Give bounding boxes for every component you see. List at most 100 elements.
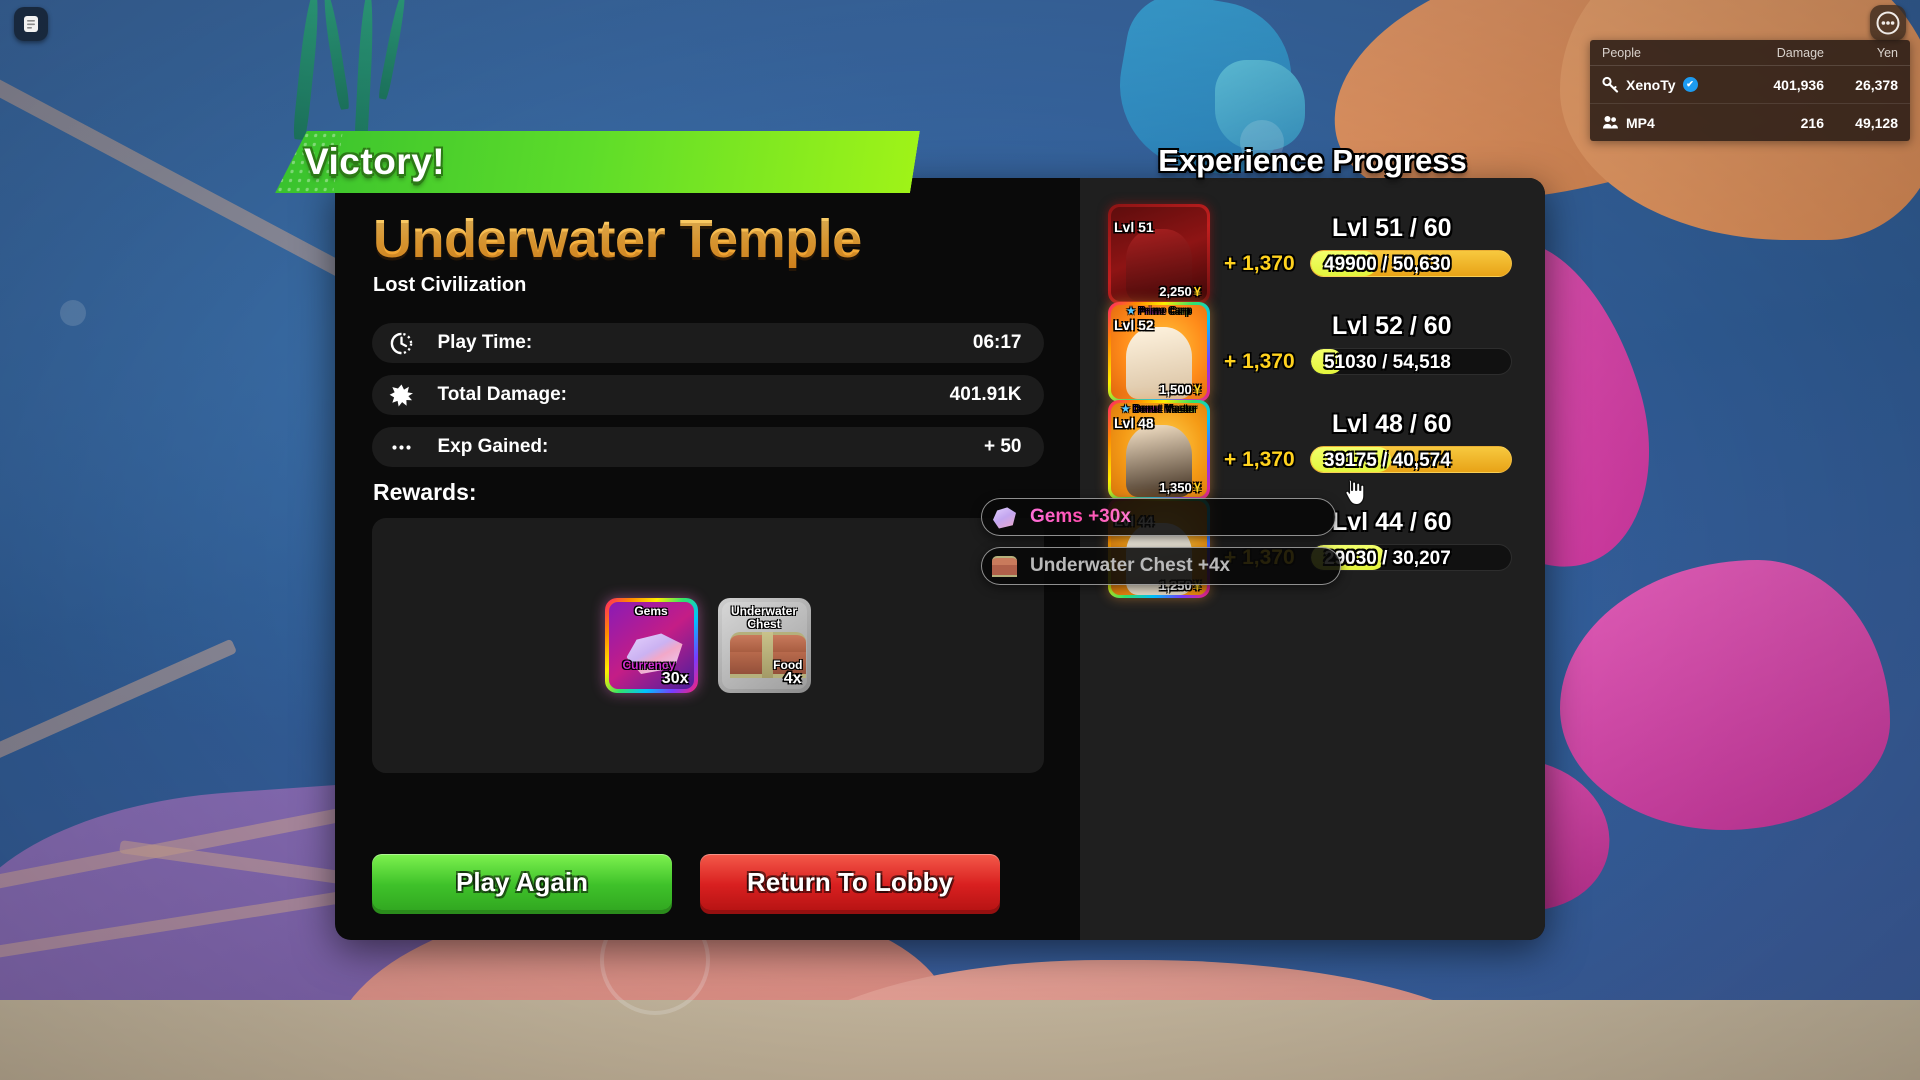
verified-badge-icon: ✔ [1682,77,1698,92]
document-list-icon[interactable] [14,7,48,41]
victory-banner-label: Victory! [304,141,446,182]
leaderboard-player-name: MP4 [1626,114,1655,131]
yen-icon: ¥ [1193,284,1201,299]
burst-icon [388,381,416,409]
dots-icon [388,433,416,461]
experience-row-details: Lvl 52 / 60 + 1,370 51030 / 54,518 [1224,298,1518,406]
yen-icon: ¥ [1193,382,1201,397]
character-card-art: ★ Donut Master Lvl 48 1,350 ¥ [1111,403,1207,497]
stats-list: Play Time: 06:17 Total Damage: 401.91K E… [335,323,1080,467]
toast-text: Gems +30x [1030,506,1131,527]
experience-level-text: Lvl 48 / 60 [1332,410,1452,438]
key-icon [1602,76,1619,93]
clock-glyph [390,332,413,354]
experience-xp-text: 49900 / 50,630 [1324,254,1451,275]
character-name: Prime Carp [1138,306,1192,317]
leaderboard-yen-value: 49,128 [1855,114,1898,131]
return-to-lobby-button[interactable]: Return To Lobby [700,854,1000,910]
experience-xp-text: 29030 / 30,207 [1324,548,1451,569]
reward-count: 4x [783,670,802,687]
clock-icon [388,329,416,357]
character-card-art: ★ Prime Carp Lvl 52 1,500 ¥ [1111,305,1207,399]
toast-notification-chest: Underwater Chest +4x [981,547,1341,585]
stat-row-exp-gained: Exp Gained: + 50 [371,427,1044,467]
gem-icon [991,504,1018,531]
chest-band [761,632,773,678]
results-panel: Victory! Underwater Temple Lost Civiliza… [335,178,1545,940]
play-again-button[interactable]: Play Again [372,854,672,910]
stat-row-play-time: Play Time: 06:17 [371,323,1044,363]
chest-icon [991,553,1018,580]
leaderboard-player-cell: XenoTy ✔ [1602,76,1738,93]
character-card[interactable]: ★ Donut Master Lvl 48 1,350 ¥ [1108,400,1210,500]
leaderboard-player-cell: MP4 [1602,114,1738,131]
stat-value: 06:17 [972,332,1022,353]
star-icon: ★ [1121,404,1131,415]
character-level-badge: Lvl 48 [1114,415,1154,431]
stat-label: Exp Gained: [437,436,549,457]
leaderboard-damage-value: 216 [1800,114,1824,131]
character-level-badge: Lvl 52 [1114,317,1154,333]
experience-gain-text: + 1,370 [1224,350,1295,373]
experience-level-text: Lvl 52 / 60 [1332,312,1452,340]
leaderboard-col-yen: Yen [1876,46,1898,60]
experience-row-details: Lvl 51 / 60 + 1,370 49900 / 50,630 [1224,200,1518,308]
reward-name: Gems [634,604,668,618]
stat-label: Play Time: [437,332,533,353]
character-card-title: ★ Prime Carp [1111,306,1207,317]
experience-gain-text: + 1,370 [1224,448,1295,471]
character-yen-number: 1,350 [1159,480,1192,495]
action-button-row: Play Again Return To Lobby [372,854,1000,910]
group-icon [1603,116,1618,129]
toast-text: Underwater Chest +4x [1030,555,1231,576]
reward-card-inner: Underwater Chest Food 4x [721,602,807,689]
rewards-label: Rewards: [373,479,477,505]
leaderboard-row[interactable]: XenoTy ✔ 401,936 26,378 [1590,66,1910,104]
reward-card-underwater-chest[interactable]: Underwater Chest Food 4x [717,598,811,693]
character-card[interactable]: ★ Prime Carp Lvl 52 1,500 ¥ [1108,302,1210,402]
reward-card-gems[interactable]: Gems Currency 30x [604,598,698,693]
experience-level-text: Lvl 44 / 60 [1332,508,1452,536]
character-level-badge: Lvl 51 [1114,219,1154,235]
character-yen-value: 1,350 ¥ [1159,480,1201,495]
burst-glyph [389,383,413,407]
leaderboard-header: People Damage Yen [1590,40,1910,66]
more-options-icon[interactable] [1870,5,1906,41]
character-name: Donut Master [1132,404,1197,415]
stage-title: Underwater Temple [373,209,862,269]
rewards-box: Gems Currency 30x Underwater Chest Food … [371,518,1044,773]
experience-title: Experience Progress [1158,143,1467,178]
reward-card-inner: Gems Currency 30x [608,602,694,689]
dots-glyph [392,444,411,450]
leaderboard-row[interactable]: MP4 216 49,128 [1590,104,1910,141]
victory-banner: Victory! [275,131,920,193]
experience-row[interactable]: ★ Donut Master Lvl 48 1,350 ¥ Lvl 48 / 60… [1108,396,1518,504]
leaderboard-panel: People Damage Yen XenoTy ✔ 401,936 26,37… [1590,40,1910,141]
stat-row-total-damage: Total Damage: 401.91K [371,375,1044,415]
leaderboard-yen-value: 26,378 [1855,76,1898,93]
stat-value: 401.91K [949,384,1022,405]
character-yen-number: 2,250 [1159,284,1192,299]
mouse-cursor-icon [1345,479,1365,506]
character-card-art: Lvl 51 2,250 ¥ [1111,207,1207,301]
results-left-column: Victory! Underwater Temple Lost Civiliza… [335,178,1080,940]
character-yen-value: 2,250 ¥ [1159,284,1201,299]
leaderboard-player-name: XenoTy [1626,76,1676,93]
character-yen-value: 1,500 ¥ [1159,382,1201,397]
experience-xp-text: 51030 / 54,518 [1324,352,1451,373]
leaderboard-col-people: People [1602,46,1641,60]
character-yen-number: 1,500 [1159,382,1192,397]
reward-count: 30x [661,670,689,687]
stage-subtitle: Lost Civilization [373,274,527,296]
experience-xp-text: 39175 / 40,574 [1324,450,1451,471]
more-options-glyph [1876,11,1900,35]
experience-row[interactable]: Lvl 51 2,250 ¥ Lvl 51 / 60 + 1,370 49900 … [1108,200,1518,308]
experience-level-text: Lvl 51 / 60 [1332,214,1452,242]
star-icon: ★ [1126,306,1136,317]
character-card[interactable]: Lvl 51 2,250 ¥ [1108,204,1210,304]
toast-notification-gems: Gems +30x [981,498,1336,536]
experience-row[interactable]: ★ Prime Carp Lvl 52 1,500 ¥ Lvl 52 / 60 +… [1108,298,1518,406]
stat-value: + 50 [983,436,1022,457]
yen-icon: ¥ [1193,480,1201,495]
experience-gain-text: + 1,370 [1224,252,1295,275]
